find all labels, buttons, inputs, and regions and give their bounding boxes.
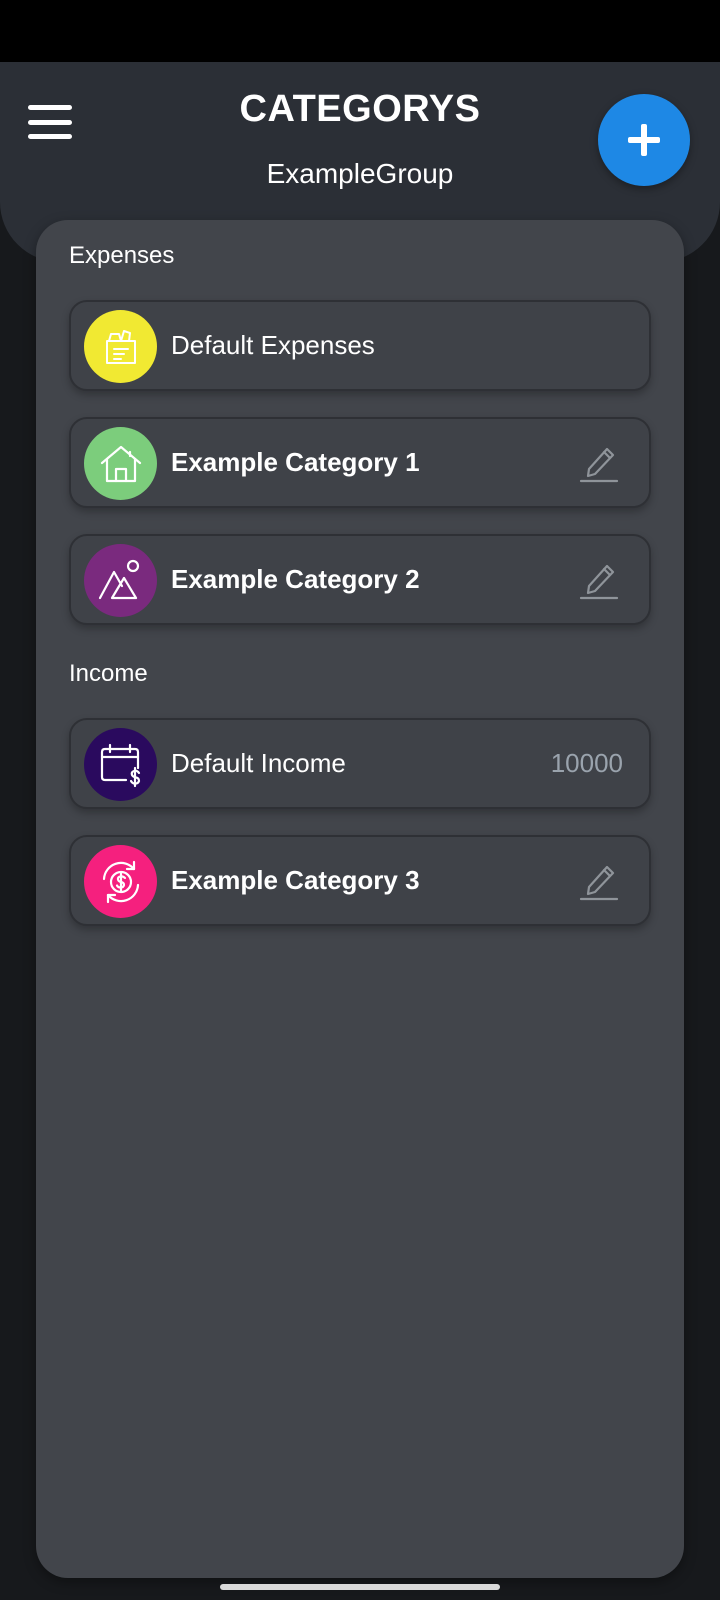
category-row-default-income[interactable]: Default Income 10000 (69, 718, 651, 809)
category-row-example-2[interactable]: Example Category 2 (69, 534, 651, 625)
add-category-button[interactable] (598, 94, 690, 186)
category-icon-circle (84, 728, 157, 801)
category-icon-circle (84, 310, 157, 383)
status-bar (0, 0, 720, 62)
category-row-default-expenses[interactable]: Default Expenses (69, 300, 651, 391)
category-name: Example Category 1 (171, 447, 420, 477)
category-row-example-1[interactable]: Example Category 1 (69, 417, 651, 508)
category-row-example-3[interactable]: Example Category 3 (69, 835, 651, 926)
edit-pencil-icon[interactable] (577, 558, 621, 602)
category-name: Example Category 3 (171, 865, 420, 895)
category-name: Default Income (171, 748, 346, 778)
hamburger-line (28, 134, 72, 139)
category-icon-circle (84, 845, 157, 918)
category-name: Example Category 2 (171, 564, 420, 594)
house-icon (100, 445, 141, 482)
calendar-dollar-icon (100, 743, 140, 787)
home-indicator[interactable] (220, 1584, 500, 1590)
section-label-income: Income (69, 660, 148, 687)
grocery-bag-icon (105, 329, 136, 364)
category-icon-circle (84, 427, 157, 500)
shapes-icon (98, 559, 139, 599)
section-label-expenses: Expenses (69, 242, 175, 269)
category-name: Default Expenses (171, 330, 375, 360)
category-icon-circle (84, 544, 157, 617)
dollar-exchange-icon (102, 860, 139, 903)
edit-pencil-icon[interactable] (577, 441, 621, 485)
category-amount: 10000 (550, 748, 623, 778)
edit-pencil-icon[interactable] (577, 859, 621, 903)
plus-icon (628, 124, 660, 156)
